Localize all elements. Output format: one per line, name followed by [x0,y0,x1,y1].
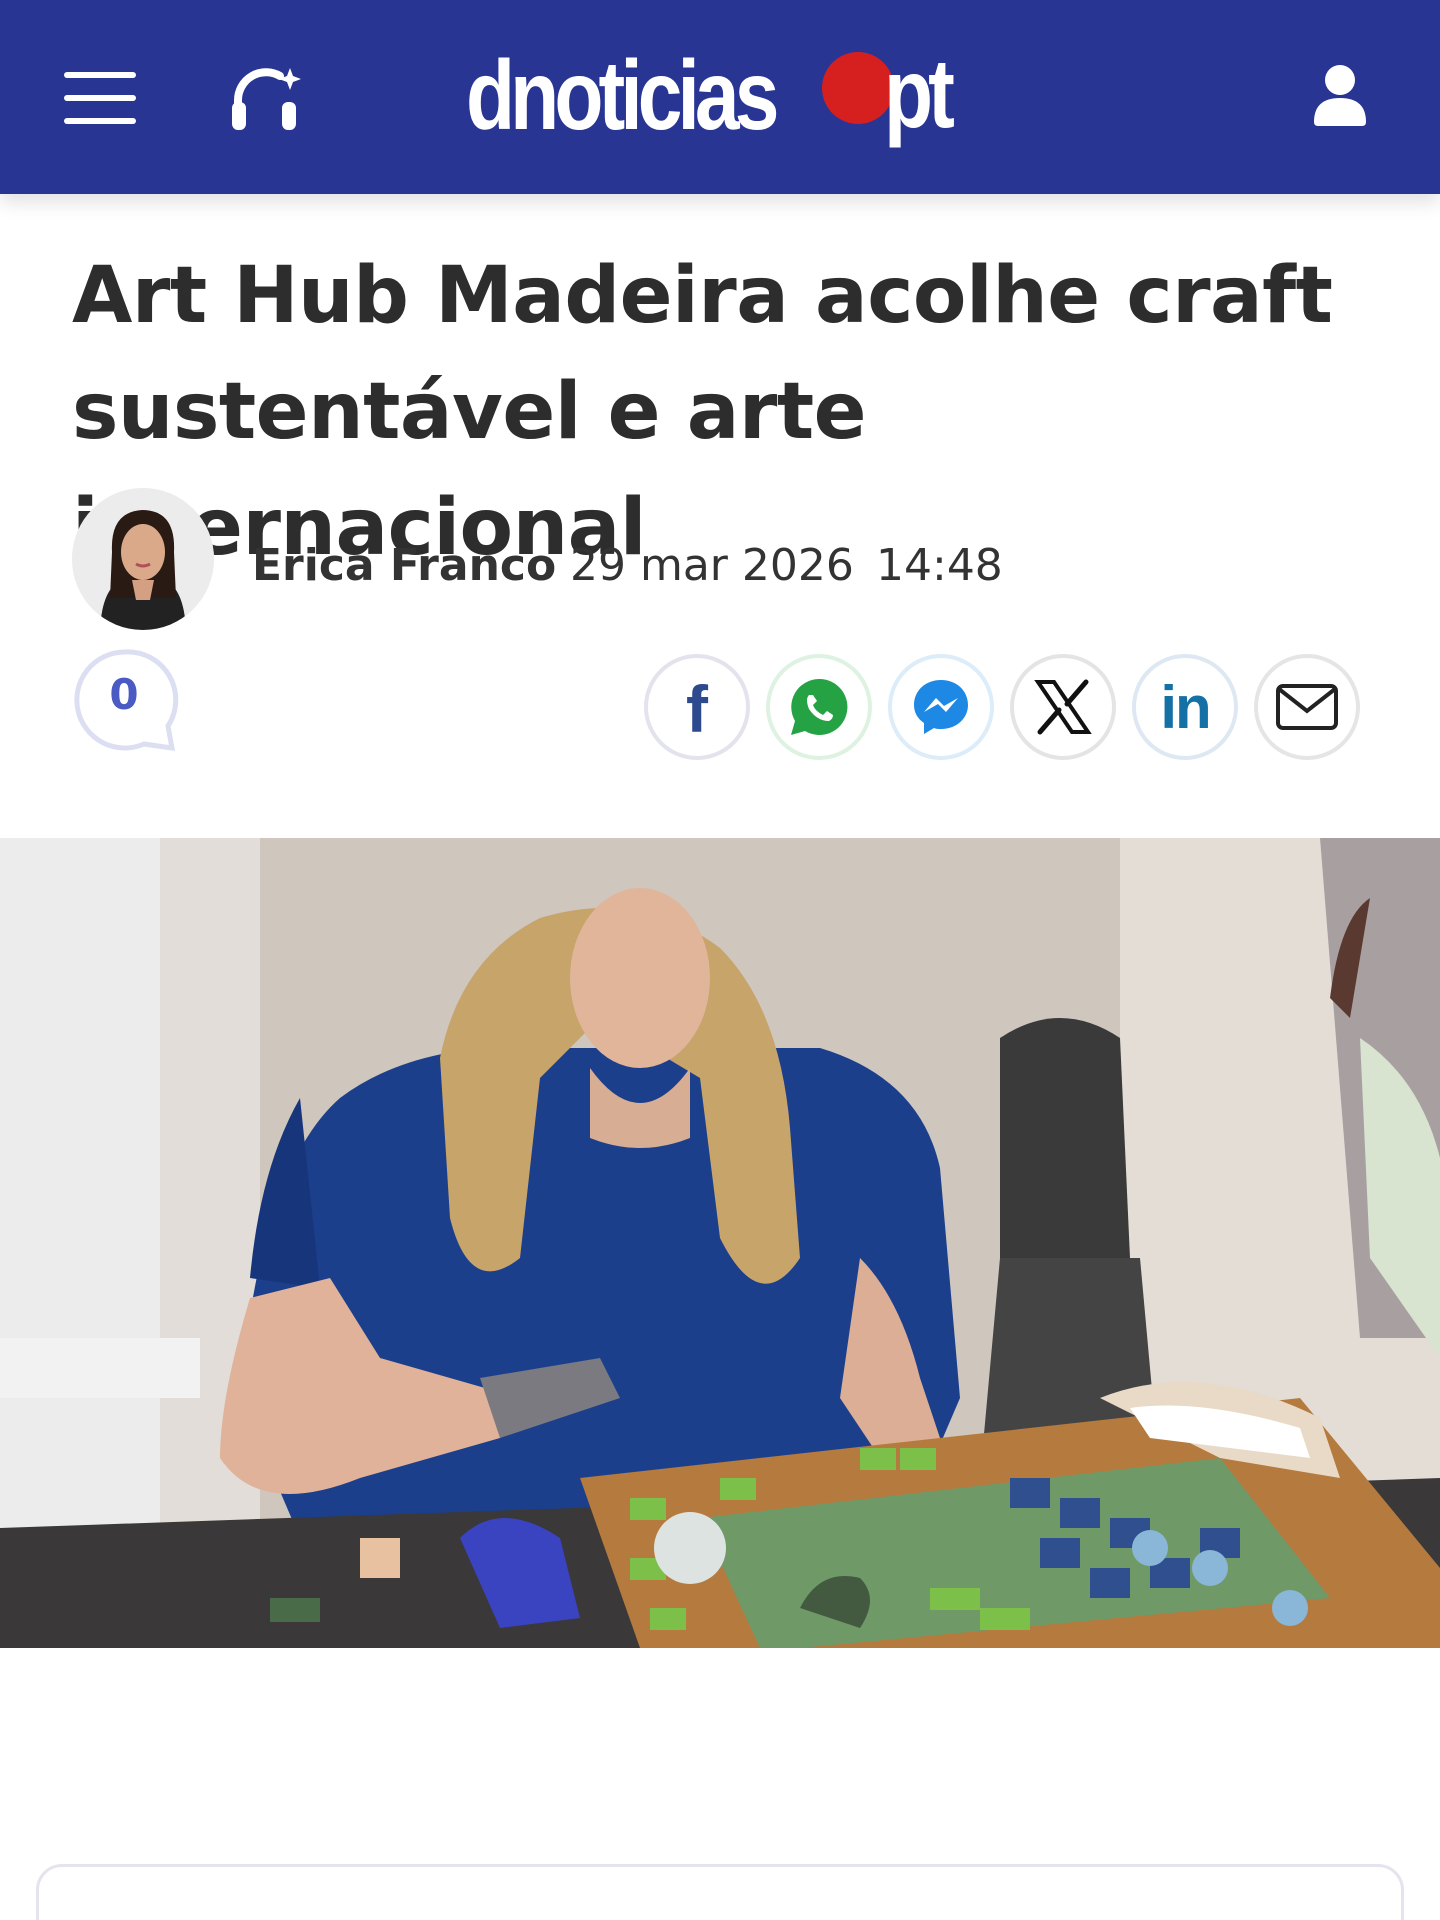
messenger-icon [914,680,968,734]
mosaic-workshop-image [0,838,1440,1648]
share-linkedin-button[interactable]: in [1132,654,1238,760]
publish-date: 29 mar 2026 [570,540,854,591]
logo-suffix: pt [884,38,955,148]
whatsapp-icon [791,678,848,735]
comments-button[interactable]: 0 [72,648,180,754]
share-messenger-button[interactable] [888,654,994,760]
share-whatsapp-button[interactable] [766,654,872,760]
author-name[interactable]: Erica Franco [252,540,556,591]
top-header: dnoticias pt [0,0,1440,194]
comments-count: 0 [109,670,139,719]
related-content-card[interactable] [36,1864,1404,1920]
hamburger-menu-icon[interactable] [64,70,138,126]
share-facebook-button[interactable]: f [644,654,750,760]
linkedin-icon: in [1160,673,1211,741]
user-icon[interactable] [1310,62,1370,128]
headphones-sparkle-icon[interactable] [228,60,308,136]
share-x-button[interactable] [1010,654,1116,760]
logo-text: dnoticias [466,40,779,150]
x-icon [1034,679,1092,735]
article-title: Art Hub Madeira acolhe craft sustentável… [72,251,1333,573]
article-photo [0,838,1440,1648]
share-email-button[interactable] [1254,654,1360,760]
facebook-icon: f [686,672,708,746]
email-icon [1276,684,1338,730]
author-avatar[interactable] [72,488,214,630]
publish-time: 14:48 [876,540,1003,591]
